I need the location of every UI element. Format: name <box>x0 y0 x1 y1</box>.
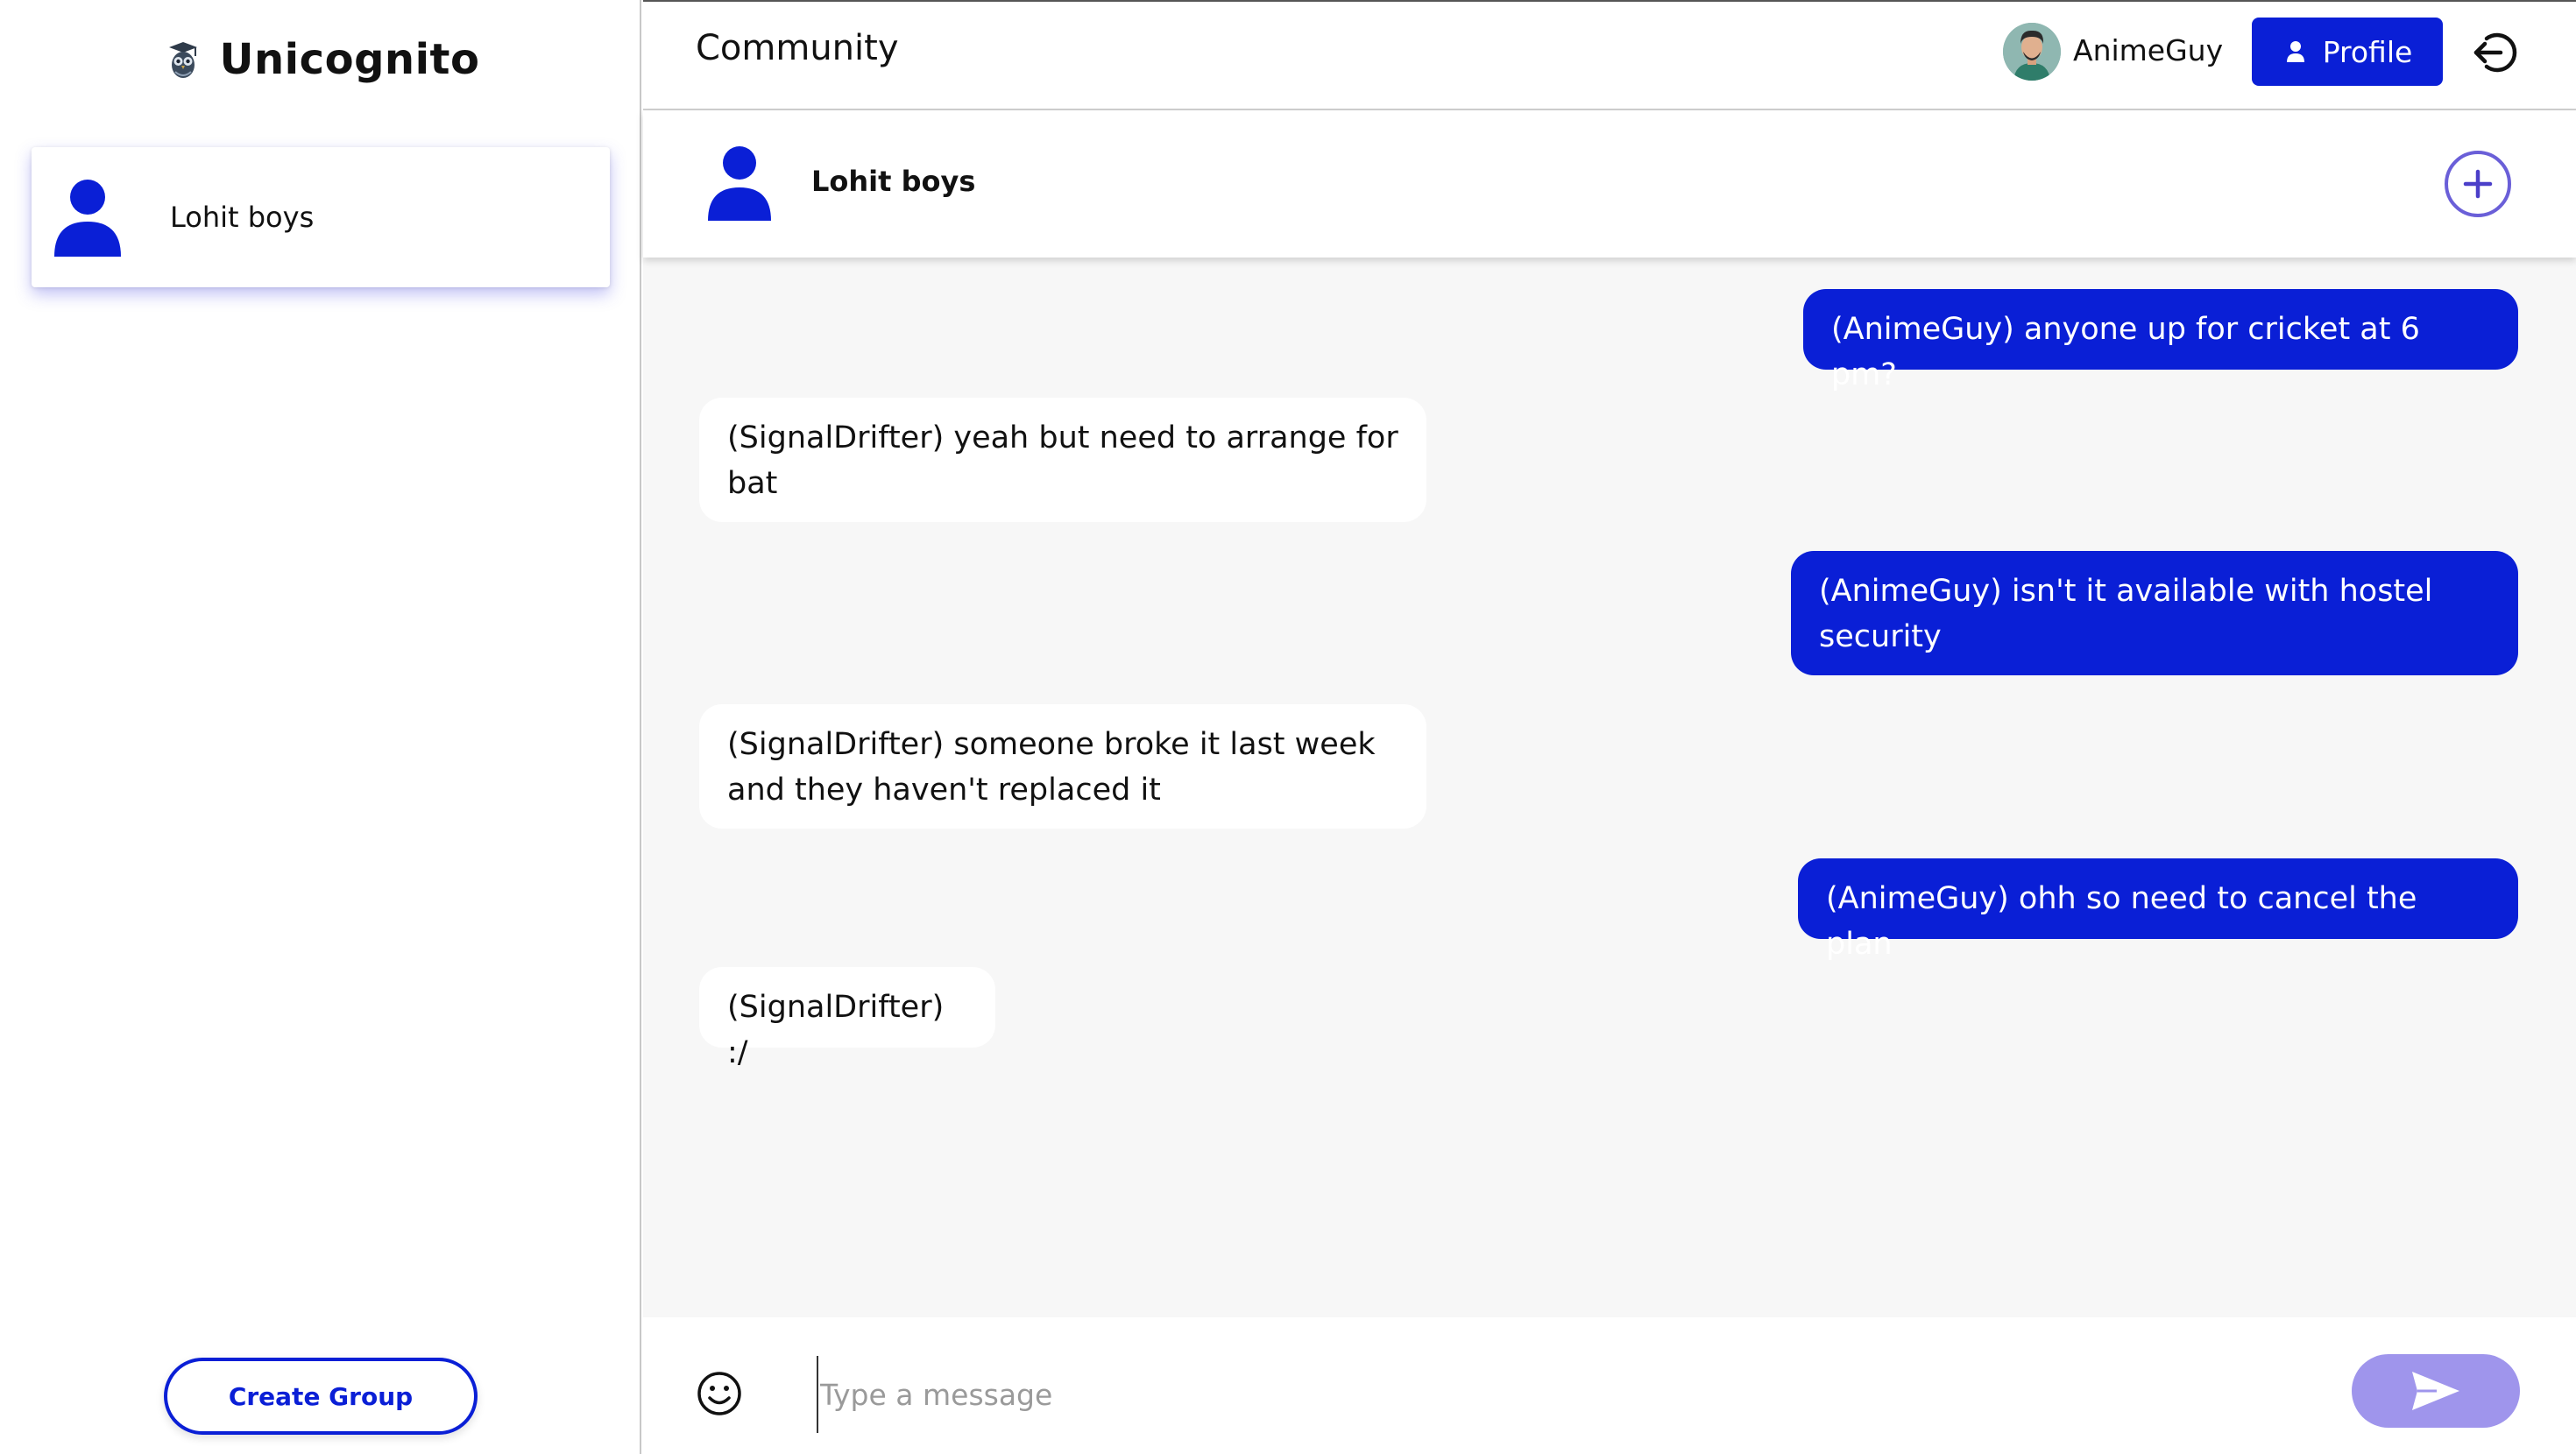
person-icon <box>54 180 121 257</box>
smiley-icon[interactable] <box>696 1370 743 1417</box>
message-input[interactable] <box>817 1356 2262 1433</box>
message-incoming: (SignalDrifter) yeah but need to arrange… <box>699 398 1426 522</box>
send-button[interactable] <box>2352 1354 2520 1428</box>
group-list-item[interactable]: Lohit boys <box>32 147 610 287</box>
profile-label: Profile <box>2322 34 2413 69</box>
group-name: Lohit boys <box>170 201 315 234</box>
plus-circle-icon[interactable] <box>2443 149 2513 219</box>
page-title: Community <box>696 28 899 68</box>
app-name: Unicognito <box>219 35 480 84</box>
user-name: AnimeGuy <box>2073 33 2224 67</box>
message-composer <box>643 1317 2576 1454</box>
chat-header: Lohit boys <box>643 110 2576 258</box>
message-outgoing: (AnimeGuy) isn't it available with hoste… <box>1791 551 2518 675</box>
send-icon <box>2412 1372 2459 1410</box>
avatar-illustration <box>2003 23 2061 81</box>
profile-button[interactable]: Profile <box>2252 18 2443 86</box>
create-group-button[interactable]: Create Group <box>164 1358 478 1435</box>
message-list: (AnimeGuy) anyone up for cricket at 6 pm… <box>643 258 2576 1317</box>
message-incoming: (SignalDrifter) :/ <box>699 967 995 1070</box>
sidebar: Unicognito Lohit boys Create Group <box>0 0 641 1454</box>
logout-icon[interactable] <box>2469 26 2522 79</box>
main-panel: Community AnimeGuy Profile Lohit boys (A… <box>643 0 2576 1454</box>
owl-graduate-icon <box>168 42 197 78</box>
chat-title: Lohit boys <box>811 165 976 198</box>
avatar[interactable] <box>2003 23 2061 81</box>
message-incoming: (SignalDrifter) someone broke it last we… <box>699 704 1426 829</box>
person-icon <box>708 146 771 221</box>
person-icon <box>2286 41 2304 62</box>
topbar: Community AnimeGuy Profile <box>643 0 2576 110</box>
message-outgoing: (AnimeGuy) ohh so need to cancel the pla… <box>1798 858 2518 962</box>
message-outgoing: (AnimeGuy) anyone up for cricket at 6 pm… <box>1803 289 2518 392</box>
brand: Unicognito <box>0 32 641 88</box>
